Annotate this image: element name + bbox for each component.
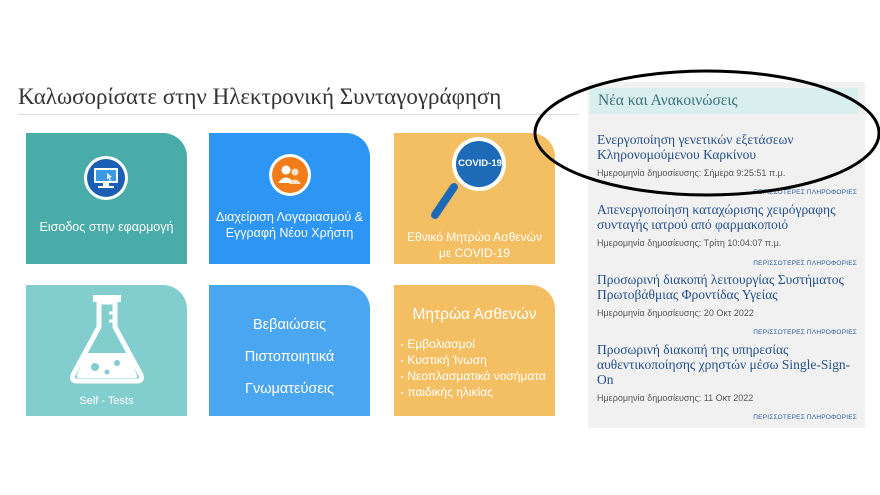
news-title-link[interactable]: Απενεργοποίηση καταχώρισης χειρόγραφης σ…: [597, 202, 855, 232]
news-date: Ημερομηνία δημοσίευσης: 20 Οκτ 2022: [597, 308, 754, 318]
registries-title: Μητρώα Ασθενών: [412, 306, 537, 323]
patient-registries-tile[interactable]: Μητρώα Ασθενών Εμβολιασμοί Κυστική Ίνωση…: [394, 285, 555, 416]
login-tile[interactable]: Εισοδος στην εφαρμογή: [26, 133, 187, 264]
registries-list: Εμβολιασμοί Κυστική Ίνωση Νεοπλασματικά …: [400, 336, 546, 400]
covid-label: Εθνικό Μητρώο Ασθενών με COVID-19: [407, 230, 542, 260]
news-title-link[interactable]: Προσωρινή διακοπή λειτουργίας Συστήματος…: [597, 272, 855, 302]
monitor-icon: [84, 156, 128, 200]
news-item: Προσωρινή διακοπή λειτουργίας Συστήματος…: [597, 272, 855, 318]
magnifier-icon: [431, 137, 506, 219]
news-date: Ημερομηνία δημοσίευσης: Τρίτη 10:04:07 π…: [597, 238, 782, 248]
more-info-link[interactable]: ΠΕΡΙΣΣΟΤΕΡΕΣ ΠΛΗΡΟΦΟΡΙΕΣ: [753, 414, 857, 421]
self-tests-tile[interactable]: Self - Tests: [26, 285, 187, 416]
news-date: Ημερομηνία δημοσίευσης: Σήμερα 9:25:51 π…: [597, 168, 786, 178]
news-title-link[interactable]: Προσωρινή διακοπή της υπηρεσίας αυθεντικ…: [597, 342, 855, 387]
news-heading: Νέα και Ανακοινώσεις: [590, 88, 858, 114]
flask-icon: [70, 295, 144, 384]
covid-badge: COVID-19: [458, 158, 502, 169]
news-item: Προσωρινή διακοπή της υπηρεσίας αυθεντικ…: [597, 342, 855, 403]
login-label: Εισοδος στην εφαρμογή: [39, 220, 174, 234]
more-info-link[interactable]: ΠΕΡΙΣΣΟΤΕΡΕΣ ΠΛΗΡΟΦΟΡΙΕΣ: [753, 260, 857, 267]
more-info-link[interactable]: ΠΕΡΙΣΣΟΤΕΡΕΣ ΠΛΗΡΟΦΟΡΙΕΣ: [753, 189, 857, 196]
covid-registry-tile[interactable]: COVID-19 Εθνικό Μητρώο Ασθενών με COVID-…: [394, 133, 555, 264]
registries-item[interactable]: παιδικής ηλικίας: [400, 384, 546, 400]
registries-item[interactable]: Εμβολιασμοί: [400, 336, 546, 352]
news-item: Ενεργοποίηση γενετικών εξετάσεων Κληρονο…: [597, 132, 855, 178]
news-title-link[interactable]: Ενεργοποίηση γενετικών εξετάσεων Κληρονο…: [597, 132, 855, 162]
account-tile[interactable]: Διαχείριση Λογαριασμού & Εγγραφή Νέου Χρ…: [209, 133, 370, 264]
registries-item[interactable]: Κυστική Ίνωση: [400, 352, 546, 368]
self-tests-label: Self - Tests: [79, 395, 134, 407]
news-panel: Νέα και Ανακοινώσεις Ενεργοποίηση γενετι…: [588, 82, 865, 428]
certificates-label: Βεβαιώσεις Πιστοποιητικά Γνωματεύσεις: [244, 317, 335, 397]
more-info-link[interactable]: ΠΕΡΙΣΣΟΤΕΡΕΣ ΠΛΗΡΟΦΟΡΙΕΣ: [753, 329, 857, 336]
users-icon: [269, 154, 311, 196]
page-title: Καλωσορίσατε στην Ηλεκτρονική Συνταγογρά…: [18, 84, 502, 109]
title-divider: [18, 114, 578, 115]
news-item: Απενεργοποίηση καταχώρισης χειρόγραφης σ…: [597, 202, 855, 248]
certificates-tile[interactable]: Βεβαιώσεις Πιστοποιητικά Γνωματεύσεις: [209, 285, 370, 416]
news-date: Ημερομηνία δημοσίευσης: 11 Οκτ 2022: [597, 393, 754, 403]
registries-item[interactable]: Νεοπλασματικά νοσήματα: [400, 368, 545, 384]
account-label: Διαχείριση Λογαριασμού & Εγγραφή Νέου Χρ…: [215, 210, 363, 240]
